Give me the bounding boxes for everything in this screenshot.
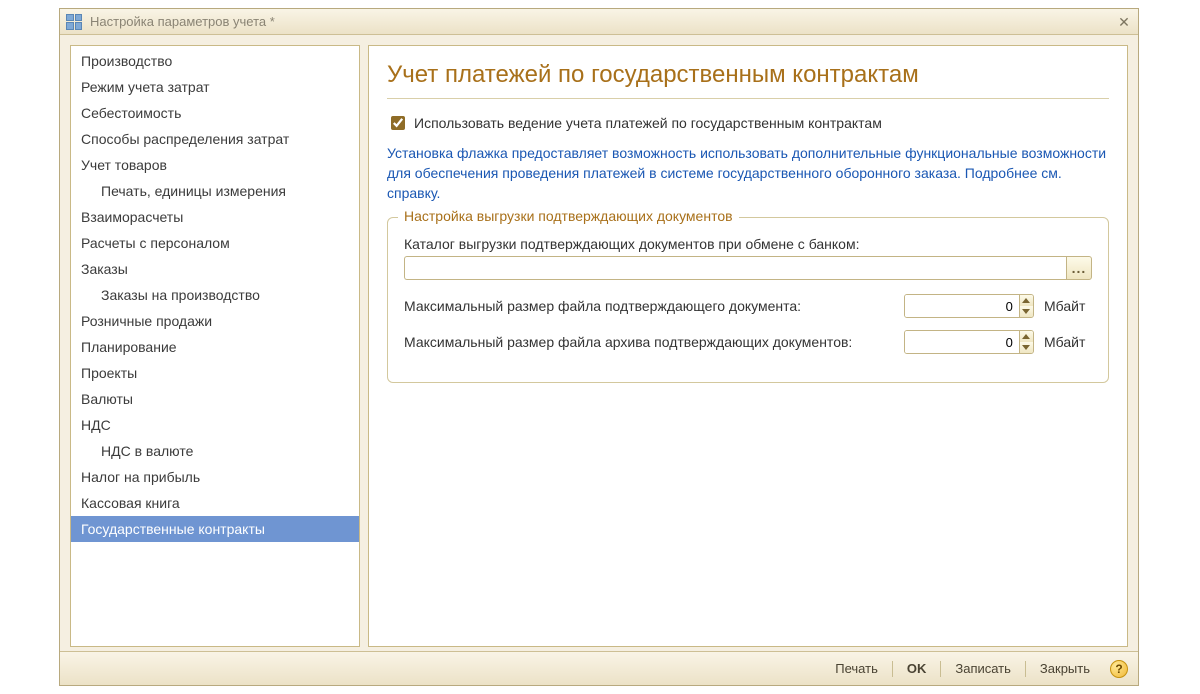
sidebar-item[interactable]: Планирование bbox=[71, 334, 359, 360]
sidebar-item[interactable]: НДС в валюте bbox=[71, 438, 359, 464]
app-icon bbox=[66, 14, 82, 30]
sidebar-item[interactable]: Печать, единицы измерения bbox=[71, 178, 359, 204]
write-button[interactable]: Записать bbox=[951, 659, 1015, 678]
sidebar-item[interactable]: Себестоимость bbox=[71, 100, 359, 126]
archive-max-input[interactable] bbox=[905, 331, 1019, 353]
close-button[interactable]: Закрыть bbox=[1036, 659, 1094, 678]
hint-text: Установка флажка предоставляет возможнос… bbox=[387, 143, 1107, 203]
file-max-spinner bbox=[904, 294, 1034, 318]
archive-max-spinner bbox=[904, 330, 1034, 354]
use-gov-contracts-row: Использовать ведение учета платежей по г… bbox=[387, 113, 1109, 133]
print-button[interactable]: Печать bbox=[831, 659, 882, 678]
divider bbox=[387, 98, 1109, 99]
sidebar-item[interactable]: Способы распределения затрат bbox=[71, 126, 359, 152]
file-max-input[interactable] bbox=[905, 295, 1019, 317]
archive-max-label: Максимальный размер файла архива подтвер… bbox=[404, 334, 894, 350]
sidebar-item[interactable]: НДС bbox=[71, 412, 359, 438]
sidebar-item[interactable]: Проекты bbox=[71, 360, 359, 386]
ok-button[interactable]: OK bbox=[903, 659, 931, 678]
group-legend: Настройка выгрузки подтверждающих докуме… bbox=[398, 208, 739, 224]
window-title: Настройка параметров учета * bbox=[86, 14, 1116, 29]
file-max-down-icon[interactable] bbox=[1020, 306, 1033, 317]
sidebar-item[interactable]: Режим учета затрат bbox=[71, 74, 359, 100]
sidebar: ПроизводствоРежим учета затратСебестоимо… bbox=[70, 45, 360, 647]
export-path-input[interactable] bbox=[404, 256, 1066, 280]
close-icon[interactable]: ✕ bbox=[1116, 14, 1132, 30]
settings-window: Настройка параметров учета * ✕ Производс… bbox=[59, 8, 1139, 686]
file-max-unit: Мбайт bbox=[1044, 298, 1092, 314]
archive-max-unit: Мбайт bbox=[1044, 334, 1092, 350]
sidebar-item[interactable]: Расчеты с персоналом bbox=[71, 230, 359, 256]
sidebar-item[interactable]: Налог на прибыль bbox=[71, 464, 359, 490]
footer: Печать OK Записать Закрыть ? bbox=[60, 651, 1138, 685]
content-panel: Учет платежей по государственным контрак… bbox=[368, 45, 1128, 647]
archive-max-up-icon[interactable] bbox=[1020, 331, 1033, 342]
sidebar-item[interactable]: Заказы bbox=[71, 256, 359, 282]
file-max-label: Максимальный размер файла подтверждающег… bbox=[404, 298, 894, 314]
file-max-up-icon[interactable] bbox=[1020, 295, 1033, 306]
browse-button[interactable]: ... bbox=[1066, 256, 1092, 280]
export-path-label: Каталог выгрузки подтверждающих документ… bbox=[404, 236, 1092, 252]
help-icon[interactable]: ? bbox=[1110, 660, 1128, 678]
use-gov-contracts-checkbox[interactable] bbox=[391, 116, 405, 130]
sidebar-item[interactable]: Заказы на производство bbox=[71, 282, 359, 308]
sidebar-item[interactable]: Валюты bbox=[71, 386, 359, 412]
use-gov-contracts-label: Использовать ведение учета платежей по г… bbox=[414, 115, 882, 131]
sidebar-item[interactable]: Государственные контракты bbox=[71, 516, 359, 542]
sidebar-item[interactable]: Розничные продажи bbox=[71, 308, 359, 334]
separator bbox=[940, 661, 941, 677]
sidebar-item[interactable]: Кассовая книга bbox=[71, 490, 359, 516]
separator bbox=[1025, 661, 1026, 677]
archive-max-down-icon[interactable] bbox=[1020, 342, 1033, 353]
page-title: Учет платежей по государственным контрак… bbox=[387, 60, 1109, 90]
titlebar: Настройка параметров учета * ✕ bbox=[60, 9, 1138, 35]
sidebar-item[interactable]: Производство bbox=[71, 48, 359, 74]
export-settings-group: Настройка выгрузки подтверждающих докуме… bbox=[387, 217, 1109, 383]
sidebar-item[interactable]: Взаиморасчеты bbox=[71, 204, 359, 230]
sidebar-item[interactable]: Учет товаров bbox=[71, 152, 359, 178]
separator bbox=[892, 661, 893, 677]
